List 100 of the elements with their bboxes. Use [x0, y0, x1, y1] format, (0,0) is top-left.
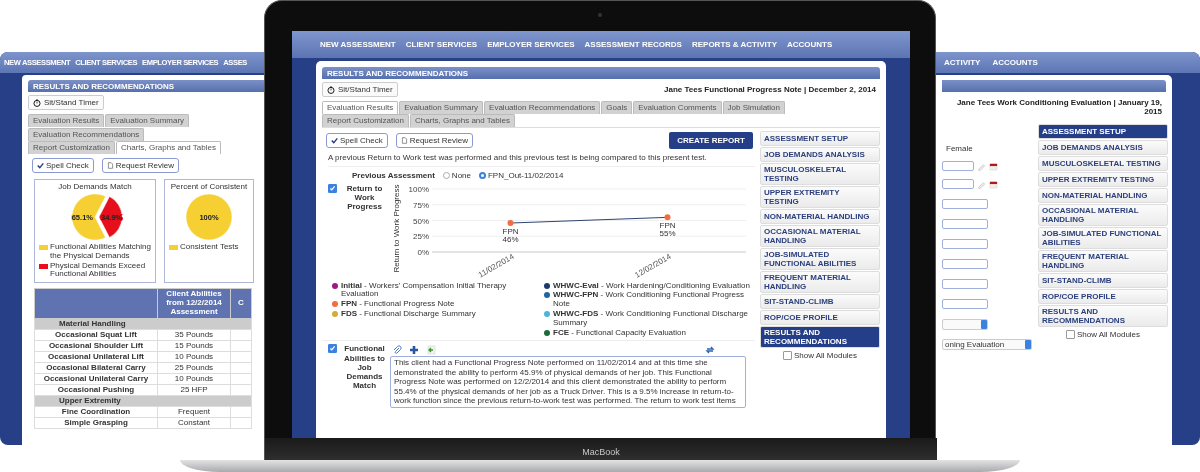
tab[interactable]: Evaluation Summary: [105, 114, 190, 127]
field-label: Previous Assessment: [352, 170, 435, 180]
module-item[interactable]: SIT-STAND-CLIMB: [1038, 273, 1168, 288]
data-point: [507, 219, 514, 226]
calendar-icon[interactable]: [989, 161, 998, 171]
tab[interactable]: Evaluation Summary: [399, 101, 484, 114]
tab[interactable]: Goals: [601, 101, 633, 114]
tab[interactable]: Charts, Graphs and Tables: [409, 114, 515, 127]
document-icon: [400, 137, 408, 144]
table-cell: Occasional Unilateral Carry: [34, 373, 158, 385]
module-item[interactable]: UPPER EXTREMITY TESTING: [760, 186, 880, 208]
paperclip-icon[interactable]: [392, 345, 402, 356]
table-cell: 10 Pounds: [157, 373, 231, 385]
nav-item[interactable]: CLIENT SERVICES: [405, 40, 478, 49]
spell-check-button[interactable]: Spell Check: [32, 158, 94, 173]
module-item[interactable]: ROP/COE PROFILE: [760, 310, 880, 325]
document-arrow-icon[interactable]: [426, 345, 436, 356]
legend-label: FPN - Functional Progress Note: [341, 300, 455, 309]
calendar-icon[interactable]: [989, 179, 998, 189]
input-field[interactable]: [942, 279, 988, 289]
tab[interactable]: Report Customization: [28, 141, 115, 154]
table-cell: Occasional Pushing: [34, 384, 158, 396]
notes-field[interactable]: This client had a Functional Progress Note performed on 11/02/2014 and at this time she demonstrated the ability to perform 45.9% of physical demands of her job. This Functional Progress Note was performed on 12/2/2014 and this client demonstrated the ability to perform 55.4% of the physical demands of her job as a Truck Driver. This is a 9.5% increase in return-to-work function since the previous return-to-work test was performed. The return to work test items: [390, 356, 746, 408]
chart-title: Percent of Consistent: [170, 182, 248, 191]
module-item[interactable]: ASSESSMENT SETUP: [760, 131, 880, 146]
nav-item[interactable]: ACCOUNTS: [787, 40, 833, 49]
create-report-button[interactable]: CREATE REPORT: [669, 132, 753, 149]
section-header: RESULTS AND RECOMMENDATIONS: [322, 67, 880, 79]
checkbox[interactable]: [328, 344, 337, 354]
chart-title: Job Demands Match: [58, 182, 132, 191]
module-item[interactable]: FREQUENT MATERIAL HANDLING: [1038, 250, 1168, 272]
tab[interactable]: Evaluation Results: [322, 101, 399, 114]
nav-item[interactable]: ACCOUNTS: [992, 58, 1038, 67]
module-item[interactable]: JOB-SIMULATED FUNCTIONAL ABILITIES: [760, 248, 880, 270]
nav-item[interactable]: ASSESSMENT RECORDS: [584, 40, 682, 49]
request-review-button[interactable]: Request Review: [101, 158, 179, 173]
module-item[interactable]: SIT-STAND-CLIMB: [760, 294, 880, 309]
nav-item[interactable]: NEW ASSESSMENT: [320, 40, 396, 49]
tab[interactable]: Evaluation Recommendations: [28, 128, 145, 141]
checkbox-label: Return to Work Progress: [345, 183, 384, 212]
nav-item[interactable]: REPORTS & ACTIVITY: [691, 40, 777, 49]
input-field[interactable]: [942, 259, 988, 269]
brand-label: MacBook: [582, 447, 620, 459]
refresh-icon[interactable]: [705, 345, 715, 356]
tab[interactable]: Evaluation Recommendations: [484, 101, 601, 114]
checkbox[interactable]: [328, 183, 337, 193]
module-item[interactable]: MUSCULOSKELETAL TESTING: [1038, 156, 1168, 171]
module-item[interactable]: FREQUENT MATERIAL HANDLING: [760, 271, 880, 293]
checkbox[interactable]: [782, 351, 792, 360]
module-item[interactable]: RESULTS AND RECOMMENDATIONS: [1038, 305, 1168, 327]
legend-label: FCE - Functional Capacity Evaluation: [553, 328, 686, 338]
module-item[interactable]: RESULTS AND RECOMMENDATIONS: [760, 326, 880, 348]
module-item[interactable]: OCCASIONAL MATERIAL HANDLING: [1038, 204, 1168, 226]
legend-label: Physical Demands Exceed Functional Abilities: [50, 261, 147, 280]
radio-option[interactable]: None: [442, 170, 471, 180]
point-label: 55%: [659, 228, 676, 238]
tab[interactable]: Job Simulation: [722, 101, 785, 114]
tab[interactable]: Evaluation Results: [28, 114, 105, 127]
nav-item[interactable]: ACTIVITY: [944, 58, 981, 67]
table-cell: 35 Pounds: [157, 329, 231, 341]
table-cell: Frequent: [157, 406, 231, 418]
section-row: Material Handling: [34, 318, 252, 330]
spell-check-button[interactable]: Spell Check: [326, 133, 388, 148]
dropdown[interactable]: oning Evaluation: [942, 339, 1032, 350]
nav-item[interactable]: EMPLOYER SERVICES: [487, 40, 575, 49]
checkmark-icon: [331, 137, 338, 144]
input-field[interactable]: [942, 199, 988, 209]
legend-label: Functional Abilities Matching the Physical Demands: [50, 243, 151, 261]
dropdown[interactable]: [942, 319, 988, 330]
tab[interactable]: Charts, Graphs and Tables: [115, 141, 221, 154]
input-field[interactable]: [942, 239, 988, 249]
column-header: Client Abilities from 12/2/2014 Assessment: [157, 288, 231, 319]
module-item[interactable]: NON-MATERIAL HANDLING: [760, 209, 880, 224]
input-field[interactable]: [942, 299, 988, 309]
checkbox[interactable]: [1065, 330, 1075, 339]
table-cell: 10 Pounds: [157, 351, 231, 363]
request-review-button[interactable]: Request Review: [395, 133, 473, 148]
module-item[interactable]: ROP/COE PROFILE: [1038, 289, 1168, 304]
module-item[interactable]: OCCASIONAL MATERIAL HANDLING: [760, 225, 880, 247]
timer-button[interactable]: Sit/Stand Timer: [322, 82, 398, 97]
module-item[interactable]: JOB DEMANDS ANALYSIS: [1038, 140, 1168, 155]
column-header: C: [230, 288, 252, 319]
radio-option[interactable]: FPN_Out-11/02/2014: [479, 170, 564, 180]
module-item[interactable]: ASSESSMENT SETUP: [1038, 124, 1168, 139]
tab[interactable]: Evaluation Comments: [633, 101, 722, 114]
timer-button[interactable]: Sit/Stand Timer: [28, 95, 104, 110]
tick-label: 25%: [413, 231, 429, 241]
module-item[interactable]: UPPER EXTREMITY TESTING: [1038, 172, 1168, 187]
legend-swatch: [169, 245, 178, 250]
module-item[interactable]: JOB DEMANDS ANALYSIS: [760, 147, 880, 162]
date-field[interactable]: [942, 161, 974, 171]
plus-icon[interactable]: [409, 345, 419, 356]
date-field[interactable]: [942, 179, 974, 189]
input-field[interactable]: [942, 219, 988, 229]
notice-text: A previous Return to Work test was performed and this previous test is being compared to this present test.: [328, 153, 755, 167]
module-item[interactable]: NON-MATERIAL HANDLING: [1038, 188, 1168, 203]
tab[interactable]: Report Customization: [322, 114, 409, 127]
module-item[interactable]: JOB-SIMULATED FUNCTIONAL ABILITIES: [1038, 227, 1168, 249]
stopwatch-icon: [33, 98, 41, 107]
module-item[interactable]: MUSCULOSKELETAL TESTING: [760, 163, 880, 185]
